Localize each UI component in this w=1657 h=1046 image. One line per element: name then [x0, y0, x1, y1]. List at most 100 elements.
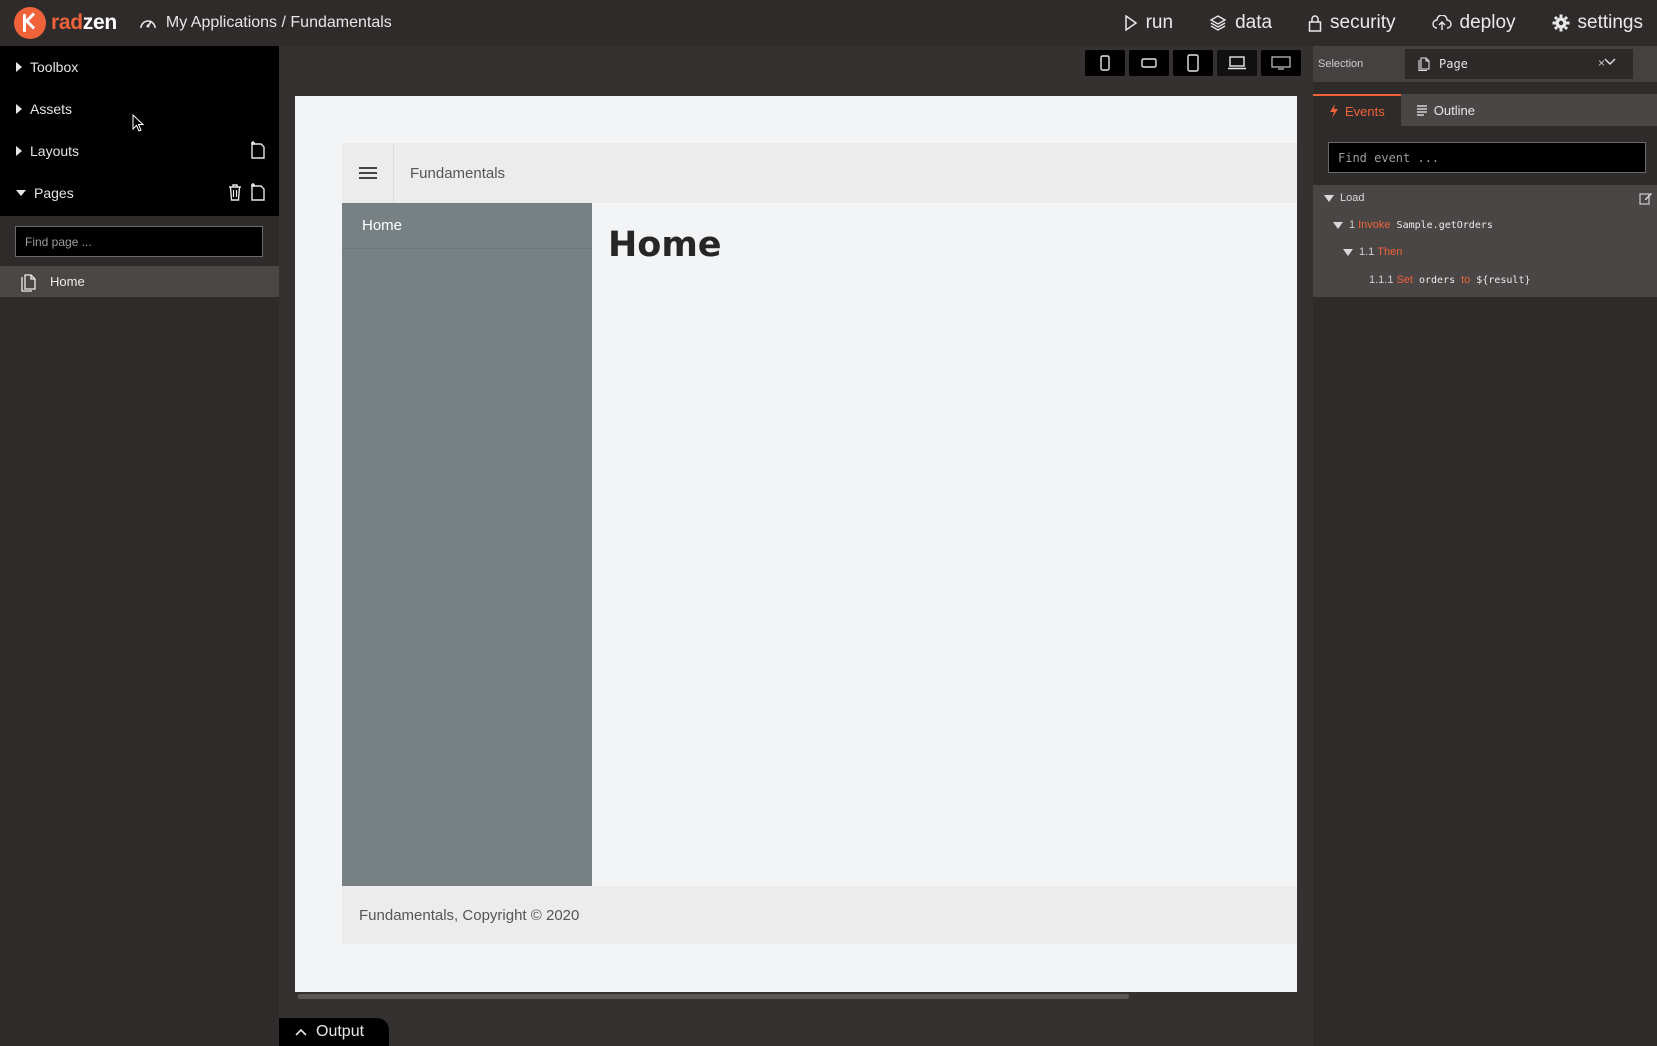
outline-icon [1416, 105, 1427, 116]
radzen-logo-icon [14, 7, 46, 39]
top-navigation: run data security deploy settings [1088, 0, 1643, 46]
lock-icon [1308, 15, 1322, 32]
hamburger-menu-button[interactable] [342, 143, 394, 203]
breadcrumb-text[interactable]: My Applications / Fundamentals [166, 14, 392, 32]
app-body[interactable]: Home [592, 203, 1297, 886]
layouts-label: Layouts [30, 143, 80, 159]
event-action-then[interactable]: 1.1 Then [1343, 246, 1408, 258]
tab-outline[interactable]: Outline [1401, 94, 1491, 126]
left-panel: Toolbox Assets Layouts Pages Home [0, 46, 279, 1046]
run-label: run [1145, 12, 1174, 33]
event-load[interactable]: Load [1324, 192, 1364, 204]
deploy-label: deploy [1459, 12, 1516, 33]
pages-label: Pages [34, 185, 74, 201]
action-target: Sample.getOrders [1396, 219, 1493, 231]
new-layout-icon[interactable] [249, 140, 267, 160]
layouts-section[interactable]: Layouts [0, 130, 279, 172]
event-load-label: Load [1340, 192, 1365, 204]
action-number: 1 [1349, 219, 1356, 231]
logo-text-part2: zen [82, 11, 117, 34]
edit-icon[interactable] [1639, 191, 1653, 205]
set-to-keyword: to [1461, 274, 1471, 286]
deploy-button[interactable]: deploy [1431, 12, 1516, 34]
tab-events[interactable]: Events [1313, 94, 1401, 126]
event-action-invoke[interactable]: 1 Invoke Sample.getOrders [1333, 219, 1493, 231]
page-icon [21, 273, 36, 292]
phone-icon [1100, 55, 1110, 71]
event-action-set[interactable]: 1.1.1 Set orders to ${result} [1369, 274, 1530, 286]
chevron-up-icon [295, 1028, 307, 1036]
find-page-input[interactable] [15, 226, 263, 257]
caret-down-icon [1343, 248, 1353, 256]
new-page-icon[interactable] [249, 182, 267, 202]
app-footer[interactable]: Fundamentals, Copyright © 2020 [342, 886, 1297, 944]
output-tab[interactable]: Output [279, 1018, 389, 1046]
horizontal-scrollbar[interactable] [298, 994, 1129, 999]
data-button[interactable]: data [1209, 12, 1272, 34]
action-number: 1.1.1 [1369, 274, 1394, 286]
selection-label: Selection [1318, 58, 1364, 70]
action-type: Set [1396, 274, 1413, 286]
settings-label: settings [1577, 12, 1643, 33]
set-variable-name: orders [1418, 274, 1456, 286]
security-button[interactable]: security [1308, 12, 1396, 34]
data-label: data [1235, 12, 1273, 33]
page-icon [1418, 57, 1430, 71]
event-tree: Load 1 Invoke Sample.getOrders 1.1 Then … [1313, 185, 1657, 297]
toolbox-section[interactable]: Toolbox [0, 46, 279, 88]
run-button[interactable]: run [1124, 12, 1173, 34]
right-panel: Selection Page × Events Outline Load 1 I… [1313, 46, 1657, 1046]
logo-text-part1: rad [51, 11, 83, 34]
lightning-icon [1330, 104, 1338, 118]
chevron-down-icon[interactable] [1604, 58, 1616, 66]
settings-button[interactable]: settings [1552, 12, 1643, 34]
desktop-button[interactable] [1261, 50, 1301, 76]
caret-down-icon [1333, 221, 1343, 229]
gear-icon [1552, 14, 1570, 32]
app-title: Fundamentals [410, 164, 506, 182]
hamburger-icon [358, 167, 377, 179]
play-icon [1124, 15, 1137, 31]
page-item-home[interactable]: Home [0, 266, 279, 297]
output-label: Output [316, 1023, 365, 1040]
tablet-icon [1187, 54, 1199, 72]
find-event-input[interactable] [1328, 142, 1646, 173]
laptop-button[interactable] [1217, 50, 1257, 76]
assets-label: Assets [30, 101, 73, 117]
page-preview-frame[interactable]: Fundamentals Home Home Fundamentals, Cop… [295, 96, 1297, 992]
top-bar: radzen My Applications / Fundamentals ru… [0, 0, 1657, 46]
phone-portrait-button[interactable] [1085, 50, 1125, 76]
tablet-portrait-button[interactable] [1173, 50, 1213, 76]
mouse-cursor-icon [132, 114, 144, 132]
selection-row: Selection Page × [1313, 46, 1657, 82]
design-canvas: Fundamentals Home Home Fundamentals, Cop… [279, 46, 1313, 1046]
toolbox-label: Toolbox [30, 59, 79, 75]
laptop-icon [1228, 56, 1246, 70]
device-preview-toolbar [1085, 50, 1301, 76]
selection-dropdown[interactable]: Page × [1405, 49, 1633, 79]
caret-down-icon [1324, 194, 1334, 202]
pages-section[interactable]: Pages [0, 172, 279, 214]
breadcrumb[interactable]: My Applications / Fundamentals [139, 14, 392, 32]
action-number: 1.1 [1359, 246, 1375, 258]
caret-right-icon [16, 146, 22, 156]
action-type: Then [1377, 246, 1403, 258]
logo-text: radzen [51, 11, 117, 35]
selection-value: Page [1439, 57, 1468, 71]
action-type: Invoke [1358, 219, 1391, 231]
page-heading[interactable]: Home [608, 225, 722, 265]
caret-right-icon [16, 104, 22, 114]
tab-events-label: Events [1345, 103, 1385, 119]
app-sidebar[interactable]: Home [342, 203, 592, 886]
cloud-upload-icon [1431, 15, 1452, 30]
app-header[interactable]: Fundamentals [342, 143, 1297, 203]
caret-down-icon [16, 190, 26, 196]
sidebar-item-label: Home [362, 217, 403, 234]
dashboard-icon [140, 20, 156, 29]
right-panel-tabs: Events Outline [1313, 94, 1657, 126]
radzen-logo[interactable]: radzen [14, 7, 117, 39]
page-item-label: Home [50, 274, 85, 289]
phone-landscape-button[interactable] [1129, 50, 1169, 76]
sidebar-item-home[interactable]: Home [342, 203, 592, 249]
trash-icon[interactable] [227, 182, 243, 202]
